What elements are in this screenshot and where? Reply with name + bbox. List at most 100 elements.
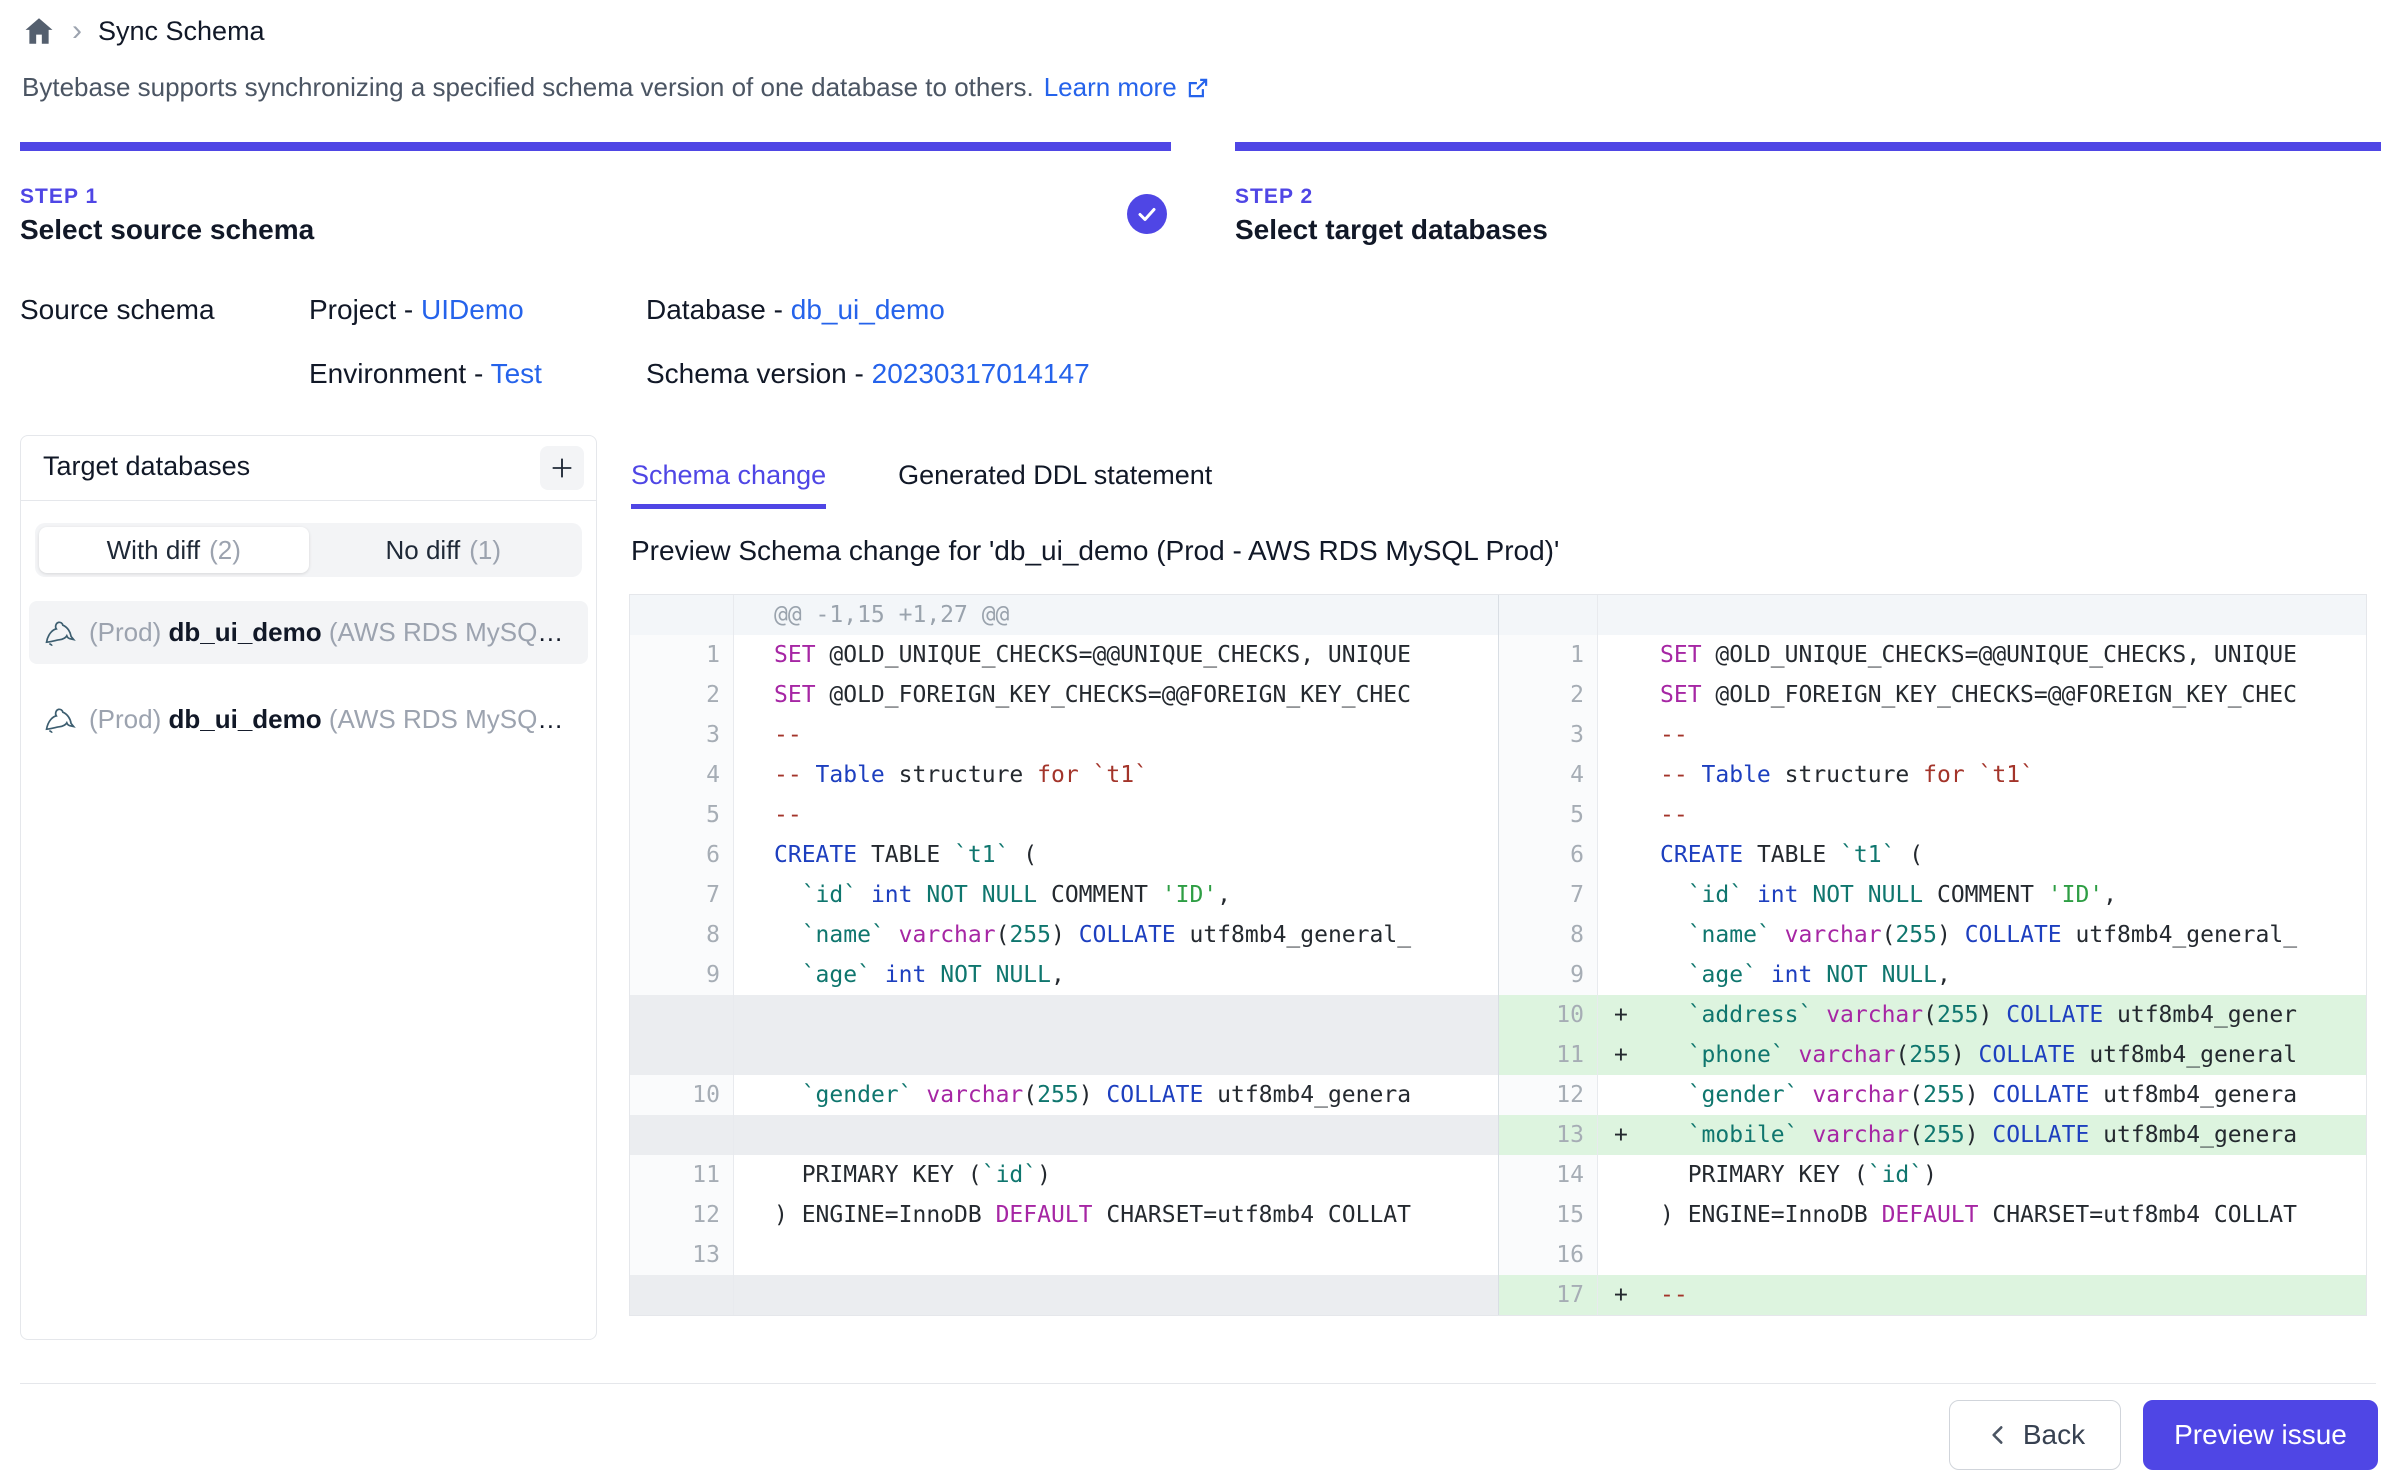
source-project-field: Project - UIDemo [309, 294, 524, 326]
diff-row: 12) ENGINE=InnoDB DEFAULT CHARSET=utf8mb… [630, 1195, 2366, 1235]
line-number: 10 [630, 1075, 734, 1115]
code-line: `name` varchar(255) COLLATE utf8mb4_gene… [1598, 915, 2366, 955]
diff-row: 13 16 [630, 1235, 2366, 1275]
back-label: Back [2023, 1419, 2085, 1451]
code-line: + `phone` varchar(255) COLLATE utf8mb4_g… [1598, 1035, 2366, 1075]
line-number: 6 [1499, 835, 1598, 875]
diff-row: 1SET @OLD_UNIQUE_CHECKS=@@UNIQUE_CHECKS,… [630, 635, 2366, 675]
project-label: Project - [309, 294, 421, 325]
line-number [630, 1275, 734, 1315]
code-line: PRIMARY KEY (`id`) [734, 1155, 1499, 1195]
code-line [734, 1275, 1499, 1315]
page-description: Bytebase supports synchronizing a specif… [22, 72, 1211, 103]
environment-badge: (Prod) [89, 704, 161, 734]
database-list-item[interactable]: (Prod) db_ui_demo (AWS RDS MySQL Prod) [29, 601, 588, 664]
code-line: `id` int NOT NULL COMMENT 'ID', [734, 875, 1499, 915]
step1-completed-check-icon [1127, 194, 1167, 234]
code-line: ) ENGINE=InnoDB DEFAULT CHARSET=utf8mb4 … [1598, 1195, 2366, 1235]
preview-issue-button[interactable]: Preview issue [2143, 1400, 2378, 1470]
diff-table: @@ -1,15 +1,27 @@1SET @OLD_UNIQUE_CHECKS… [629, 594, 2367, 1316]
code-line: `name` varchar(255) COLLATE utf8mb4_gene… [734, 915, 1499, 955]
mysql-icon [43, 616, 77, 650]
code-line: -- [1598, 795, 2366, 835]
line-number: 11 [630, 1155, 734, 1195]
back-button[interactable]: Back [1949, 1400, 2121, 1470]
line-number: 9 [630, 955, 734, 995]
line-number: 1 [1499, 635, 1598, 675]
source-schema-label: Source schema [20, 294, 215, 326]
line-number: 14 [1499, 1155, 1598, 1195]
code-line: `age` int NOT NULL, [1598, 955, 2366, 995]
home-icon[interactable] [22, 14, 56, 48]
line-number: 13 [630, 1235, 734, 1275]
instance-name: (AWS RDS MySQL Prod) [329, 617, 574, 647]
environment-link[interactable]: Test [491, 358, 542, 389]
breadcrumb-chevron-icon: › [72, 14, 82, 48]
line-number: 3 [1499, 715, 1598, 755]
line-number: 10 [1499, 995, 1598, 1035]
line-number: 4 [630, 755, 734, 795]
line-number: 3 [630, 715, 734, 755]
project-link[interactable]: UIDemo [421, 294, 524, 325]
diff-row: 13+ `mobile` varchar(255) COLLATE utf8mb… [630, 1115, 2366, 1155]
diff-sign: + [1614, 1115, 1660, 1155]
line-number: 6 [630, 835, 734, 875]
no-diff-count: (1) [469, 535, 501, 566]
code-line: CREATE TABLE `t1` ( [1598, 835, 2366, 875]
target-databases-header: Target databases [21, 436, 596, 501]
learn-more-link[interactable]: Learn more [1044, 72, 1211, 103]
code-line: `gender` varchar(255) COLLATE utf8mb4_ge… [1598, 1075, 2366, 1115]
mysql-icon [43, 703, 77, 737]
line-number: 8 [1499, 915, 1598, 955]
code-line: -- [734, 795, 1499, 835]
with-diff-count: (2) [209, 535, 241, 566]
source-schema-version-field: Schema version - 20230317014147 [646, 358, 1090, 390]
line-number: 8 [630, 915, 734, 955]
diff-row: 4-- Table structure for `t1`4-- Table st… [630, 755, 2366, 795]
code-line: + `mobile` varchar(255) COLLATE utf8mb4_… [1598, 1115, 2366, 1155]
code-line [734, 1235, 1499, 1275]
diff-row: 10+ `address` varchar(255) COLLATE utf8m… [630, 995, 2366, 1035]
tab-schema-change[interactable]: Schema change [631, 460, 826, 509]
code-line: PRIMARY KEY (`id`) [1598, 1155, 2366, 1195]
diff-sign: + [1614, 1275, 1660, 1315]
line-number [630, 1035, 734, 1075]
line-number: 1 [630, 635, 734, 675]
code-line [734, 1035, 1499, 1075]
tab-no-diff[interactable]: No diff (1) [309, 527, 579, 573]
code-line: -- Table structure for `t1` [734, 755, 1499, 795]
with-diff-label: With diff [107, 535, 200, 566]
step2-title: Select target databases [1235, 214, 1548, 246]
schema-version-link[interactable]: 20230317014147 [872, 358, 1090, 389]
preview-tabs: Schema change Generated DDL statement [631, 460, 1212, 509]
code-line [734, 1115, 1499, 1155]
database-name: db_ui_demo [168, 617, 321, 647]
code-line: SET @OLD_UNIQUE_CHECKS=@@UNIQUE_CHECKS, … [1598, 635, 2366, 675]
tab-generated-ddl[interactable]: Generated DDL statement [898, 460, 1212, 509]
step1-label: STEP 1 [20, 185, 98, 209]
line-number: 12 [630, 1195, 734, 1235]
code-line: ) ENGINE=InnoDB DEFAULT CHARSET=utf8mb4 … [734, 1195, 1499, 1235]
diff-row: 7 `id` int NOT NULL COMMENT 'ID',7 `id` … [630, 875, 2366, 915]
add-target-database-button[interactable] [540, 446, 584, 490]
line-number: 13 [1499, 1115, 1598, 1155]
diff-sign: + [1614, 995, 1660, 1035]
line-number: 16 [1499, 1235, 1598, 1275]
environment-badge: (Prod) [89, 617, 161, 647]
line-number [630, 995, 734, 1035]
line-number [630, 1115, 734, 1155]
database-list-item[interactable]: (Prod) db_ui_demo (AWS RDS MySQL Prod) [29, 688, 588, 751]
database-link[interactable]: db_ui_demo [791, 294, 945, 325]
code-line: `age` int NOT NULL, [734, 955, 1499, 995]
target-database-list: (Prod) db_ui_demo (AWS RDS MySQL Prod) (… [29, 601, 588, 751]
diff-row: 11+ `phone` varchar(255) COLLATE utf8mb4… [630, 1035, 2366, 1075]
diff-row: @@ -1,15 +1,27 @@ [630, 595, 2366, 635]
description-text: Bytebase supports synchronizing a specif… [22, 72, 1034, 103]
no-diff-label: No diff [386, 535, 461, 566]
tab-with-diff[interactable]: With diff (2) [39, 527, 309, 573]
line-number: 17 [1499, 1275, 1598, 1315]
line-number [630, 595, 734, 635]
diff-sign: + [1614, 1035, 1660, 1075]
code-line: -- Table structure for `t1` [1598, 755, 2366, 795]
line-number: 7 [1499, 875, 1598, 915]
